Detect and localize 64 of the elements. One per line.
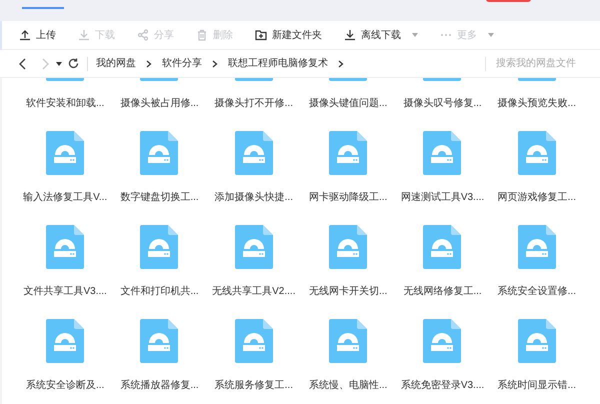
disk-file-icon [329, 319, 368, 363]
disk-file-icon [140, 319, 178, 363]
file-name[interactable]: 系统安全设置修... [498, 284, 576, 299]
caret-icon [412, 33, 418, 37]
toolbar-button[interactable]: 上传 [19, 28, 56, 42]
disk-file-icon [329, 225, 368, 269]
file-name[interactable]: 无线网卡开关切... [308, 284, 388, 299]
file-name[interactable]: 软件安装和卸载... [26, 96, 104, 111]
chevron-icon [338, 60, 344, 68]
file-name[interactable]: 系统播放器修复... [120, 378, 199, 393]
disk-file-icon [234, 131, 273, 175]
caret-icon [488, 33, 494, 37]
file-name[interactable]: 添加摄像头快捷... [214, 190, 293, 205]
disk-file-icon [518, 225, 556, 269]
upload-icon [19, 29, 31, 41]
disk-file-icon [46, 319, 84, 363]
file-name[interactable]: 摄像头预览失败... [498, 96, 576, 111]
file-name[interactable]: 系统时间显示错... [498, 378, 576, 393]
file-name[interactable]: 输入法修复工具V... [23, 190, 108, 205]
file-name[interactable]: 系统慢、电脑性... [308, 378, 388, 393]
disk-file-icon [234, 319, 273, 363]
chevron-icon [212, 60, 218, 68]
file-name[interactable]: 系统服务修复工... [214, 378, 293, 393]
disk-file-icon [46, 225, 84, 269]
file-name[interactable]: 系统安全诊断及... [26, 378, 104, 393]
disk-file-icon [140, 225, 178, 269]
toolbar-button[interactable]: 离线下载 [344, 28, 418, 42]
download-icon [344, 29, 356, 41]
toolbar-button[interactable]: 新建文件夹 [255, 28, 322, 42]
file-name[interactable]: 无线共享工具V2.... [212, 284, 296, 299]
folder-plus-icon [255, 29, 267, 41]
active-tab-indicator [22, 7, 64, 9]
disk-file-icon [46, 131, 84, 175]
disk-file-icon [518, 131, 556, 175]
file-name[interactable]: 网页游戏修复工... [498, 190, 576, 205]
file-name[interactable]: 摄像头被占用修... [120, 96, 199, 111]
file-name[interactable]: 文件共享工具V3.... [23, 284, 107, 299]
refresh-icon[interactable] [68, 58, 79, 69]
file-name[interactable]: 数字键盘切换工... [120, 190, 199, 205]
disk-file-icon [423, 225, 462, 269]
disk-file-icon [329, 131, 368, 175]
disk-file-icon [423, 319, 462, 363]
download-icon [78, 29, 90, 41]
file-name[interactable]: 摄像头叹号修复... [403, 96, 482, 111]
file-name[interactable]: 网速测试工具V3.... [400, 190, 484, 205]
file-name[interactable]: 网卡驱动降级工... [308, 190, 388, 205]
file-name[interactable]: 无线网络修复工... [403, 284, 482, 299]
chevron-icon [146, 60, 152, 68]
file-name[interactable]: 摄像头打不开修... [214, 96, 293, 111]
file-name[interactable]: 摄像头键值问题... [308, 96, 388, 111]
search-field[interactable]: 搜索我的网盘文件 [496, 56, 586, 71]
disk-file-icon [140, 131, 178, 175]
disk-file-icon [423, 131, 462, 175]
file-name[interactable]: 文件和打印机共... [120, 284, 199, 299]
disk-file-icon [518, 319, 556, 363]
breadcrumb-link[interactable]: 联想工程师电脑修复术 [228, 56, 328, 71]
disk-file-icon [234, 225, 273, 269]
breadcrumb-link[interactable]: 软件分享 [162, 56, 202, 71]
back-icon[interactable] [18, 58, 28, 70]
caret-icon[interactable] [56, 62, 62, 66]
trash-icon [196, 29, 208, 41]
file-name[interactable]: 系统免密登录V3.... [400, 378, 484, 393]
breadcrumb-link[interactable]: 我的网盘 [96, 56, 136, 71]
share-icon [137, 29, 149, 41]
